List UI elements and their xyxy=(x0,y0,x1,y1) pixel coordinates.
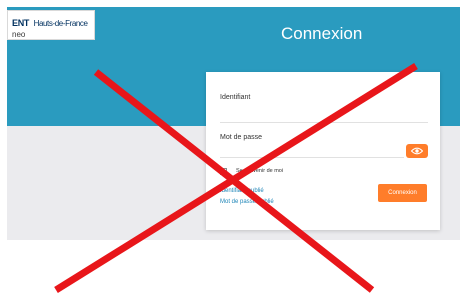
cross-line-2 xyxy=(54,63,418,293)
red-cross-overlay xyxy=(54,63,418,293)
